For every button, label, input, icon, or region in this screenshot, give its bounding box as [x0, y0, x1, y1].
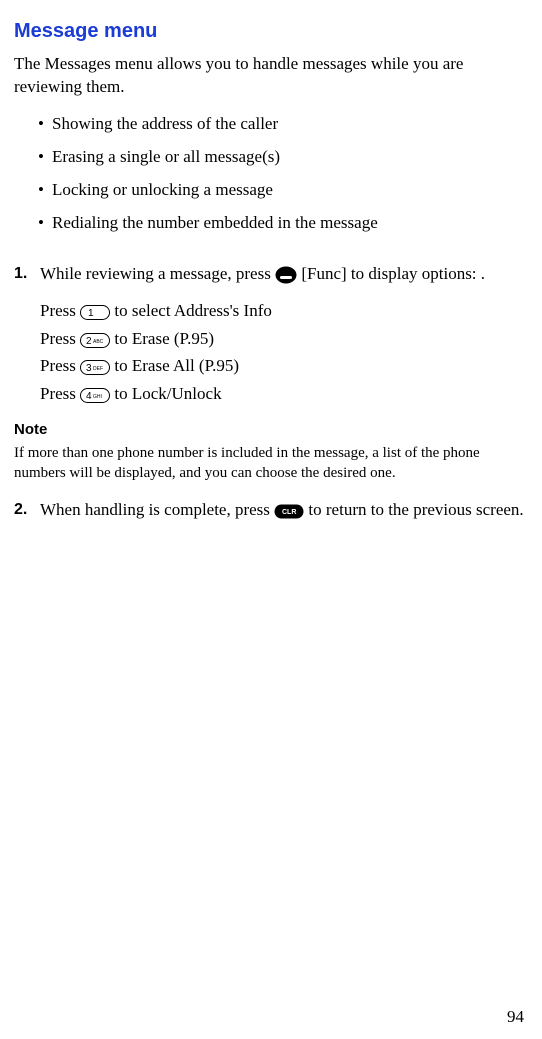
list-item: Locking or unlocking a message [52, 179, 530, 202]
svg-text:4: 4 [86, 391, 92, 402]
svg-text:2: 2 [86, 336, 92, 347]
key-press-list: Press 1 to select Address's Info Press 2… [14, 300, 530, 407]
svg-text:DEF: DEF [93, 366, 103, 372]
list-item: Showing the address of the caller [52, 113, 530, 136]
press-pre: Press [40, 356, 80, 375]
func-key-icon [275, 266, 297, 284]
clr-key-icon: CLR [274, 504, 304, 519]
step-text-a: When handling is complete, press [40, 500, 274, 519]
press-pre: Press [40, 384, 80, 403]
svg-text:CLR: CLR [282, 509, 296, 516]
svg-text:3: 3 [86, 363, 92, 374]
press-post: to Lock/Unlock [114, 384, 221, 403]
step-text-b: [Func] to display options: . [301, 264, 485, 283]
section-heading: Message menu [14, 18, 530, 45]
step-text: While reviewing a message, press [Func] … [40, 263, 530, 286]
key-3-icon: 3 DEF [80, 360, 110, 375]
step-text-b: to return to the previous screen. [308, 500, 523, 519]
step-number: 1. [14, 263, 40, 286]
step-2: 2. When handling is complete, press CLR … [14, 499, 530, 522]
note-label: Note [14, 420, 530, 440]
key-4-icon: 4 GHI [80, 388, 110, 403]
key-2-icon: 2 ABC [80, 333, 110, 348]
press-line: Press 4 GHI to Lock/Unlock [40, 383, 530, 406]
intro-paragraph: The Messages menu allows you to handle m… [14, 53, 530, 99]
press-line: Press 1 to select Address's Info [40, 300, 530, 323]
step-text-a: While reviewing a message, press [40, 264, 275, 283]
press-pre: Press [40, 301, 80, 320]
step-1: 1. While reviewing a message, press [Fun… [14, 263, 530, 286]
press-pre: Press [40, 329, 80, 348]
step-number: 2. [14, 499, 40, 522]
press-post: to Erase All (P.95) [114, 356, 239, 375]
feature-bullet-list: Showing the address of the caller Erasin… [14, 113, 530, 235]
press-post: to select Address's Info [114, 301, 271, 320]
key-1-icon: 1 [80, 305, 110, 320]
list-item: Redialing the number embedded in the mes… [52, 212, 530, 235]
press-post: to Erase (P.95) [114, 329, 214, 348]
svg-text:1: 1 [88, 308, 94, 319]
press-line: Press 2 ABC to Erase (P.95) [40, 328, 530, 351]
svg-text:ABC: ABC [93, 339, 104, 345]
step-text: When handling is complete, press CLR to … [40, 499, 530, 522]
page-number: 94 [507, 1006, 524, 1029]
svg-text:GHI: GHI [93, 394, 102, 400]
press-line: Press 3 DEF to Erase All (P.95) [40, 355, 530, 378]
list-item: Erasing a single or all message(s) [52, 146, 530, 169]
note-text: If more than one phone number is include… [14, 443, 530, 484]
